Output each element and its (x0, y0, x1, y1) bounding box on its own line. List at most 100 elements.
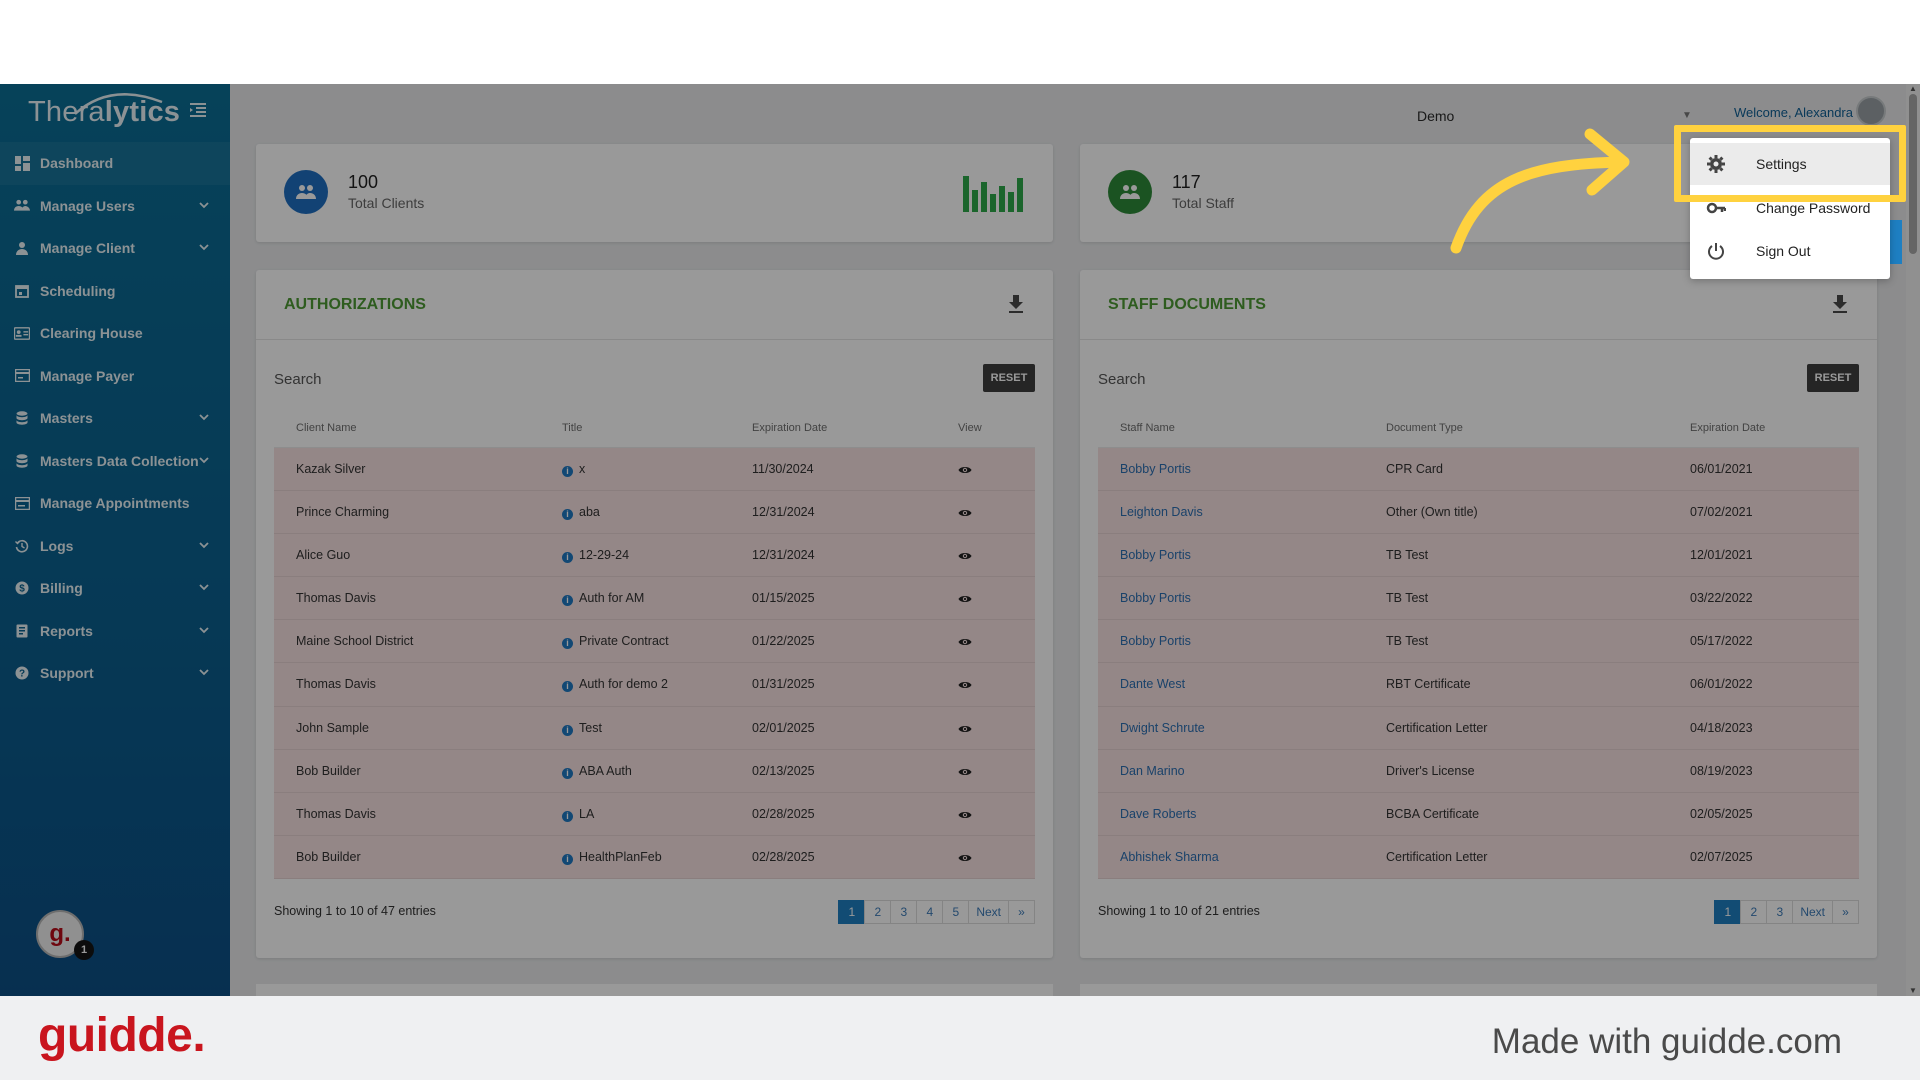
client-name-cell: Thomas Davis (296, 591, 376, 606)
chevron-down-icon[interactable] (198, 623, 212, 637)
page-button-5[interactable]: 5 (942, 900, 970, 924)
sidebar-item-manage-appointments[interactable]: Manage Appointments (0, 482, 230, 525)
chevron-down-icon[interactable] (198, 198, 212, 212)
eye-icon[interactable] (958, 549, 972, 561)
page-button-last[interactable]: » (1008, 900, 1035, 924)
column-header-expiration[interactable]: Expiration Date (752, 422, 827, 434)
scroll-up-arrow-icon[interactable]: ▲ (1908, 84, 1918, 94)
sidebar-item-billing[interactable]: $ Billing (0, 567, 230, 610)
info-icon[interactable]: i (562, 724, 573, 736)
staff-name-link[interactable]: Abhishek Sharma (1120, 850, 1219, 864)
menu-toggle-icon[interactable] (188, 100, 210, 122)
sidebar-item-logs[interactable]: Logs (0, 525, 230, 568)
sidebar-item-support[interactable]: ? Support (0, 652, 230, 695)
column-header-title[interactable]: Title (562, 422, 582, 434)
staff-name-link[interactable]: Dave Roberts (1120, 807, 1196, 821)
download-icon[interactable] (1007, 294, 1025, 314)
eye-icon[interactable] (958, 635, 972, 647)
column-header-document-type[interactable]: Document Type (1386, 422, 1463, 434)
authorizations-search-input[interactable] (274, 366, 574, 392)
settings-menu-item[interactable]: Settings (1690, 143, 1890, 185)
chevron-down-icon[interactable] (198, 453, 212, 467)
settings-label: Settings (1756, 156, 1807, 172)
eye-icon[interactable] (958, 808, 972, 820)
welcome-user[interactable]: Welcome, Alexandra (1734, 105, 1853, 120)
staff-name-link[interactable]: Bobby Portis (1120, 591, 1191, 605)
eye-icon[interactable] (958, 506, 972, 518)
change-password-menu-item[interactable]: Change Password (1690, 187, 1890, 229)
document-type-cell: Certification Letter (1386, 849, 1488, 864)
sidebar-item-clearing-house[interactable]: Clearing House (0, 312, 230, 355)
clients-icon (284, 170, 328, 214)
sidebar-item-masters[interactable]: Masters (0, 397, 230, 440)
client-name-cell: John Sample (296, 720, 369, 735)
column-header-expiration[interactable]: Expiration Date (1690, 422, 1765, 434)
download-icon[interactable] (1831, 294, 1849, 314)
chevron-down-icon[interactable] (198, 240, 212, 254)
chevron-down-icon[interactable] (198, 538, 212, 552)
eye-icon[interactable] (958, 851, 972, 863)
column-header-staff-name[interactable]: Staff Name (1120, 422, 1175, 434)
chevron-down-icon[interactable]: ▼ (1682, 110, 1692, 121)
staff-documents-search-input[interactable] (1098, 366, 1398, 392)
sidebar-item-manage-payer[interactable]: Manage Payer (0, 355, 230, 398)
column-header-view[interactable]: View (958, 422, 982, 434)
scroll-down-arrow-icon[interactable]: ▼ (1908, 986, 1918, 996)
page-button-1[interactable]: 1 (1714, 900, 1742, 924)
info-icon[interactable]: i (562, 466, 573, 477)
page-button-4[interactable]: 4 (916, 900, 944, 924)
info-icon[interactable]: i (562, 767, 573, 779)
page-button-3[interactable]: 3 (1766, 900, 1794, 924)
client-name-cell: Prince Charming (296, 505, 390, 520)
sidebar-item-dashboard[interactable]: Dashboard (0, 142, 230, 185)
staff-name-link[interactable]: Leighton Davis (1120, 505, 1203, 519)
user-avatar[interactable] (1856, 96, 1886, 126)
chevron-down-icon[interactable] (198, 580, 212, 594)
sign-out-menu-item[interactable]: Sign Out (1690, 230, 1890, 272)
gear-icon (1707, 155, 1725, 173)
staff-name-link[interactable]: Bobby Portis (1120, 548, 1191, 562)
info-icon[interactable]: i (562, 552, 573, 564)
info-icon[interactable]: i (562, 853, 573, 865)
sidebar-item-masters-data-collection[interactable]: Masters Data Collection (0, 440, 230, 483)
page-button-1[interactable]: 1 (838, 900, 866, 924)
staff-name-link[interactable]: Dwight Schrute (1120, 721, 1205, 735)
sidebar-item-manage-users[interactable]: Manage Users (0, 185, 230, 228)
staff-name-link[interactable]: Bobby Portis (1120, 634, 1191, 648)
table-row: Bobby Portis TB Test 12/01/2021 (1098, 534, 1859, 578)
scrollbar-thumb[interactable] (1909, 94, 1917, 254)
chevron-down-icon[interactable] (198, 665, 212, 679)
expiration-date-cell: 12/01/2021 (1690, 548, 1753, 563)
staff-name-link[interactable]: Dante West (1120, 677, 1185, 691)
page-scrollbar[interactable]: ▲ ▼ (1906, 84, 1920, 996)
eye-icon[interactable] (958, 765, 972, 777)
info-icon[interactable]: i (562, 638, 573, 650)
eye-icon[interactable] (958, 722, 972, 734)
total-clients-value: 100 (348, 172, 379, 192)
page-button-next[interactable]: Next (1792, 900, 1833, 924)
environment-select[interactable]: Demo (1417, 108, 1454, 124)
sidebar-item-label: Billing (40, 580, 83, 597)
title-text: ABA Auth (579, 763, 632, 778)
info-icon[interactable]: i (562, 595, 573, 607)
info-icon[interactable]: i (562, 681, 573, 693)
authorizations-reset-button[interactable]: RESET (983, 364, 1035, 392)
page-button-2[interactable]: 2 (864, 900, 892, 924)
info-icon[interactable]: i (562, 509, 573, 521)
eye-icon[interactable] (958, 463, 972, 475)
column-header-client-name[interactable]: Client Name (296, 422, 357, 434)
page-button-2[interactable]: 2 (1740, 900, 1768, 924)
page-button-last[interactable]: » (1832, 900, 1859, 924)
staff-documents-reset-button[interactable]: RESET (1807, 364, 1859, 392)
eye-icon[interactable] (958, 592, 972, 604)
page-button-3[interactable]: 3 (890, 900, 918, 924)
eye-icon[interactable] (958, 678, 972, 690)
page-button-next[interactable]: Next (968, 900, 1009, 924)
staff-name-link[interactable]: Bobby Portis (1120, 462, 1191, 476)
chevron-down-icon[interactable] (198, 410, 212, 424)
sidebar-item-reports[interactable]: Reports (0, 610, 230, 653)
staff-name-link[interactable]: Dan Marino (1120, 764, 1185, 778)
sidebar-item-scheduling[interactable]: Scheduling (0, 270, 230, 313)
sidebar-item-manage-client[interactable]: Manage Client (0, 227, 230, 270)
info-icon[interactable]: i (562, 810, 573, 822)
